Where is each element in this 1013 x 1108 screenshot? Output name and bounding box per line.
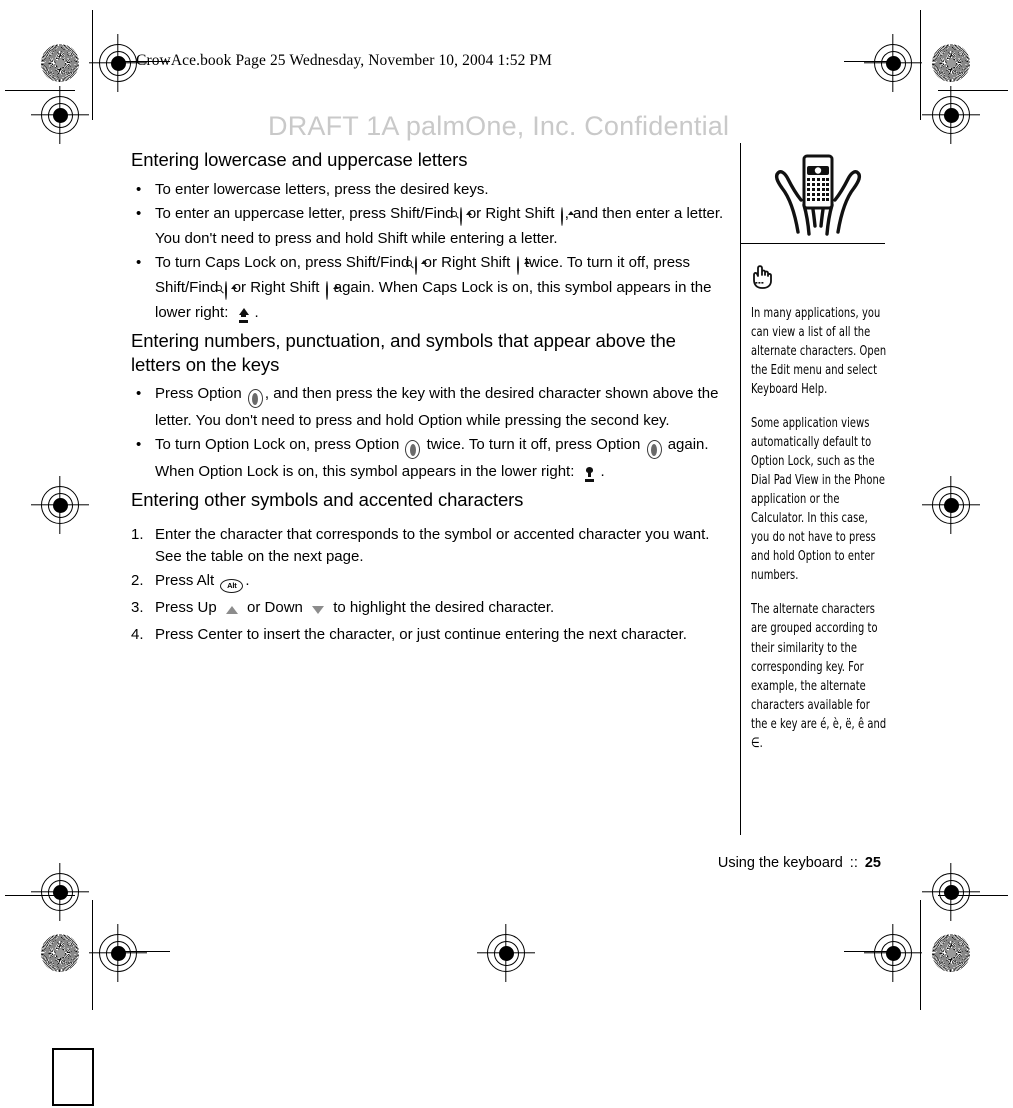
bullet-list-option: • Press Option , and then press the key w… — [131, 383, 725, 486]
sidebar-tips: In many applications, you can view a lis… — [751, 262, 887, 768]
option-lock-symbol-icon — [581, 464, 599, 486]
sidebar-tip-3: The alternate characters are grouped acc… — [751, 602, 887, 751]
list-item: • To turn Caps Lock on, press Shift/Find … — [131, 252, 725, 327]
list-item: 3. Press Up or Down to highlight the desi… — [131, 597, 725, 622]
bullet-marker: • — [136, 253, 142, 271]
file-stamp: CrowAce.book Page 25 Wednesday, November… — [136, 52, 553, 69]
registration-starburst-top-left — [41, 44, 79, 82]
sidebar-tip-2: Some application views automatically def… — [751, 416, 886, 584]
right-shift-key-icon — [516, 255, 530, 277]
right-shift-key-icon — [325, 280, 339, 302]
footer-separator: :: — [849, 855, 858, 871]
bullet-marker: • — [136, 180, 142, 198]
crop-line-right-vertical — [920, 10, 922, 120]
section-heading-numbers-punctuation: Entering numbers, punctuation, and symbo… — [131, 329, 676, 375]
shift-find-key-icon — [450, 206, 472, 228]
bullet-list-case: • To enter lowercase letters, press the d… — [131, 179, 725, 327]
right-shift-key-icon — [560, 206, 575, 228]
registration-crosshair-left-upper — [41, 96, 79, 134]
registration-crosshair-right-lower — [932, 873, 970, 911]
step-number: 1. — [131, 526, 144, 544]
shift-find-key-icon — [406, 255, 428, 277]
option-key-icon — [405, 439, 421, 461]
caps-lock-symbol-icon — [235, 305, 253, 327]
registration-starburst-top-right — [932, 44, 970, 82]
crop-line-right-vertical-bottom — [920, 900, 922, 1010]
crop-line-top-right-horizontal — [938, 90, 1008, 92]
crop-line-left-vertical-bottom — [92, 900, 94, 1010]
registration-crosshair-right-middle — [932, 486, 970, 524]
registration-crosshair-left-middle — [41, 486, 79, 524]
registration-crosshair-top-right — [874, 44, 912, 82]
list-item: 2. Press Alt Alt. — [131, 570, 725, 595]
sidebar-vertical-rule — [740, 143, 742, 835]
registration-starburst-bottom-left — [41, 934, 79, 972]
sidebar-tip-1: In many applications, you can view a lis… — [751, 306, 887, 398]
draft-watermark: DRAFT 1A palmOne, Inc. Confidential — [268, 111, 730, 141]
list-item: • To enter lowercase letters, press the d… — [131, 179, 725, 201]
step-number: 4. — [131, 626, 144, 644]
registration-crosshair-bottom-center — [487, 934, 525, 972]
page-footer: Using the keyboard:: 25 — [718, 855, 881, 871]
print-color-box — [52, 1048, 94, 1106]
registration-crosshair-left-lower — [41, 873, 79, 911]
bullet-marker: • — [136, 385, 142, 403]
down-arrow-icon — [309, 600, 327, 622]
registration-starburst-bottom-right — [932, 934, 970, 972]
bullet-marker: • — [136, 436, 142, 454]
pointing-hand-icon — [751, 262, 887, 295]
registration-crosshair-bottom-right — [874, 934, 912, 972]
alt-key-icon: Alt — [220, 573, 244, 595]
option-key-icon — [646, 439, 662, 461]
hands-holding-smartphone-illustration — [768, 152, 868, 243]
step-number: 3. — [131, 599, 144, 617]
numbered-step-list: 1. Enter the character that corresponds t… — [131, 524, 725, 646]
footer-page-number: 25 — [864, 855, 881, 871]
section-heading-other-symbols: Entering other symbols and accented char… — [131, 489, 524, 511]
bullet-marker: • — [136, 204, 142, 222]
option-key-icon — [247, 388, 263, 410]
list-item: • Press Option , and then press the key w… — [136, 385, 719, 430]
main-content-column: Entering lowercase and uppercase letters… — [131, 148, 725, 648]
sidebar-horizontal-rule — [740, 243, 885, 245]
registration-crosshair-bottom-left — [99, 934, 137, 972]
crop-line-left-vertical — [92, 10, 94, 120]
list-item: 4. Press Center to insert the character, … — [131, 624, 725, 646]
crop-line-top-left-horizontal — [5, 90, 75, 92]
list-item: 1. Enter the character that corresponds t… — [131, 526, 710, 566]
step-number: 2. — [131, 572, 144, 590]
registration-crosshair-right-upper — [932, 96, 970, 134]
list-item: • To turn Option Lock on, press Option tw… — [131, 434, 725, 486]
shift-find-key-icon — [215, 280, 237, 302]
registration-crosshair-top-left — [99, 44, 137, 82]
list-item: • To enter an uppercase letter, press Shi… — [136, 204, 724, 247]
footer-chapter-title: Using the keyboard — [717, 855, 843, 871]
section-heading-lowercase-uppercase: Entering lowercase and uppercase letters — [131, 149, 468, 170]
up-arrow-icon — [223, 600, 241, 622]
